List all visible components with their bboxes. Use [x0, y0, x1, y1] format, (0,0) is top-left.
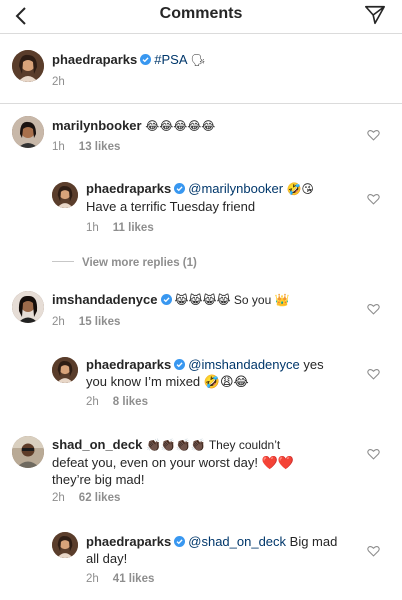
reply-meta: 2h 41 likes — [86, 573, 155, 585]
caption-username[interactable]: phaedraparks — [52, 52, 137, 67]
verified-badge-icon — [140, 54, 152, 65]
reply-text-line2: all day! — [86, 551, 128, 566]
direct-send-icon[interactable] — [364, 4, 386, 26]
comment-username[interactable]: imshandadenyce — [52, 292, 158, 307]
heart-outline-icon[interactable] — [367, 368, 380, 380]
comment-meta: 2h 15 likes — [52, 316, 121, 328]
verified-badge-icon — [174, 183, 186, 194]
likes-count[interactable]: 62 likes — [79, 492, 121, 504]
heart-outline-icon[interactable] — [367, 193, 380, 205]
reply-meta: 2h 8 likes — [86, 396, 148, 408]
speaking-head-emoji: 🗣 — [190, 53, 206, 67]
reply-text-line2: Have a terrific Tuesday friend — [86, 199, 256, 214]
mention-link[interactable]: @imshandadenyce — [188, 357, 299, 372]
verified-badge-icon — [174, 536, 186, 547]
likes-count[interactable]: 15 likes — [79, 316, 121, 328]
reply-text: phaedraparks @marilynbooker 🤣😘 — [86, 181, 314, 196]
caption-time: 2h — [52, 76, 65, 88]
likes-count[interactable]: 41 likes — [113, 573, 155, 585]
divider — [52, 261, 74, 262]
comment-text: marilynbooker 😂😂😂😂😂 — [52, 118, 216, 133]
reply-text-line2: you know I’m mixed 🤣😩😂 — [86, 374, 249, 389]
verified-badge-icon — [174, 359, 186, 370]
avatar[interactable] — [12, 50, 44, 82]
avatar[interactable] — [52, 182, 78, 208]
page-title: Comments — [159, 5, 243, 22]
avatar[interactable] — [12, 116, 44, 148]
heart-outline-icon[interactable] — [367, 448, 380, 460]
reply-username[interactable]: phaedraparks — [86, 534, 171, 549]
caption-row: phaedraparks #PSA 🗣 2h — [0, 34, 402, 104]
verified-badge-icon — [160, 294, 172, 305]
view-more-replies-button[interactable]: View more replies (1) — [52, 257, 197, 269]
comment-username[interactable]: shad_on_deck — [52, 437, 142, 452]
avatar[interactable] — [52, 532, 78, 558]
reply-text: phaedraparks @imshandadenyce yes — [86, 357, 324, 372]
reply-text: phaedraparks @shad_on_deck Big mad — [86, 534, 338, 549]
comment-text: imshandadenyce 😹😹😹😹 So you 👑 — [52, 292, 290, 307]
comment-username[interactable]: marilynbooker — [52, 118, 142, 133]
mention-link[interactable]: @shad_on_deck — [188, 534, 286, 549]
reply-username[interactable]: phaedraparks — [86, 181, 171, 196]
reply-meta: 1h 11 likes — [86, 222, 154, 234]
heart-outline-icon[interactable] — [367, 303, 380, 315]
avatar[interactable] — [52, 357, 78, 383]
avatar[interactable] — [12, 436, 44, 468]
likes-count[interactable]: 13 likes — [79, 141, 121, 153]
header-bar: Comments — [0, 0, 402, 34]
likes-count[interactable]: 8 likes — [113, 396, 148, 408]
comment-text-line2: defeat you, even on your worst day! ❤️❤️ — [52, 455, 294, 470]
comment-meta: 1h 13 likes — [52, 141, 121, 153]
caption-hashtag[interactable]: #PSA — [154, 52, 187, 67]
comment-text-line3: they’re big mad! — [52, 472, 145, 487]
avatar[interactable] — [12, 291, 44, 323]
heart-outline-icon[interactable] — [367, 545, 380, 557]
comment-meta: 2h 62 likes — [52, 492, 121, 504]
likes-count[interactable]: 11 likes — [113, 222, 154, 234]
comment-text: shad_on_deck 👏🏿👏🏿👏🏿👏🏿 They couldn’t — [52, 437, 281, 452]
heart-outline-icon[interactable] — [367, 129, 380, 141]
reply-username[interactable]: phaedraparks — [86, 357, 171, 372]
mention-link[interactable]: @marilynbooker — [188, 181, 283, 196]
